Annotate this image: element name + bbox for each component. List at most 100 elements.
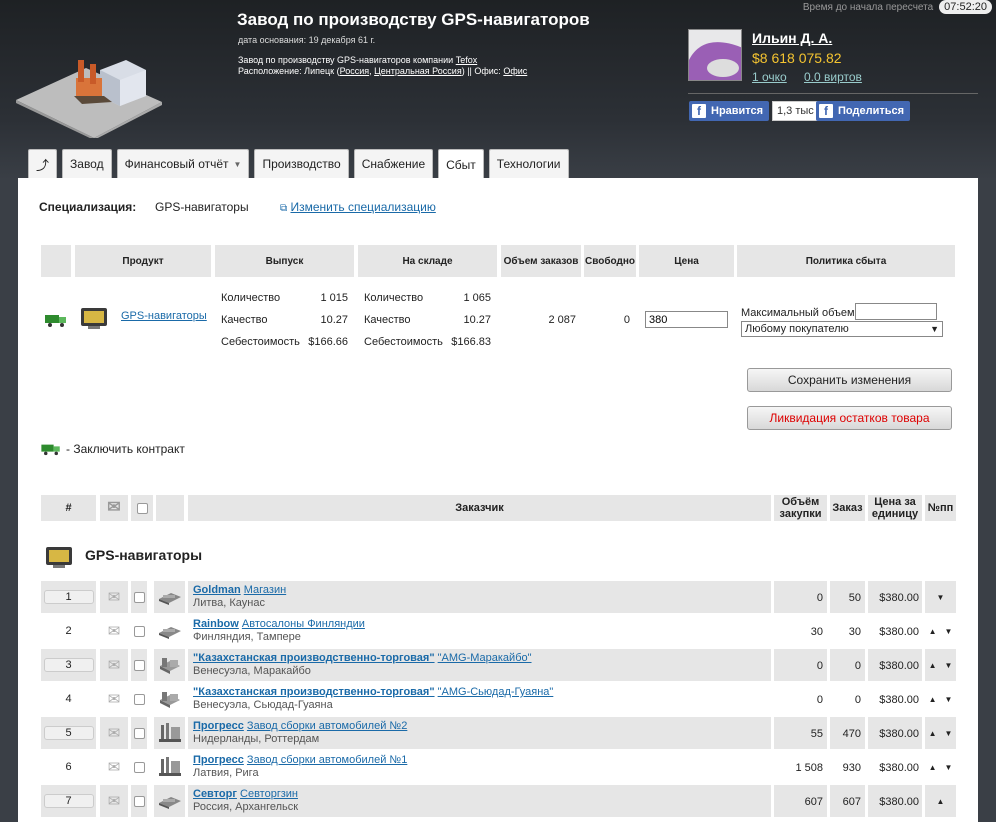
liquidate-button[interactable]: Ликвидация остатков товара xyxy=(747,406,952,430)
orders-volume: 2 087 xyxy=(548,314,576,326)
move-up-icon[interactable]: ▲ xyxy=(929,627,937,636)
envelope-icon[interactable]: ✉ xyxy=(108,588,121,606)
country-link[interactable]: Россия xyxy=(340,66,370,76)
row-checkbox[interactable] xyxy=(133,625,145,637)
move-down-icon[interactable]: ▼ xyxy=(945,661,953,670)
tab-production[interactable]: Производство xyxy=(254,149,349,178)
change-specialization[interactable]: ⧉ Изменить специализацию xyxy=(280,200,436,214)
tab-supply[interactable]: Снабжение xyxy=(353,149,434,178)
customer-unit-link[interactable]: Завод сборки автомобилей №1 xyxy=(247,754,407,766)
col-customer: Заказчик xyxy=(188,495,771,521)
customer-cell: Goldman Магазин Литва, Каунас xyxy=(188,581,771,613)
unit-price: $380.00 xyxy=(868,717,922,749)
unit-price: $380.00 xyxy=(879,626,919,638)
move-up-icon[interactable]: ▲ xyxy=(929,729,937,738)
sales-header-price: Цена xyxy=(639,245,734,277)
checkbox-cell xyxy=(131,683,147,715)
envelope-icon[interactable]: ✉ xyxy=(108,656,121,674)
row-number[interactable]: 6 xyxy=(44,761,94,773)
move-up-icon[interactable]: ▲ xyxy=(929,661,937,670)
free-amount: 0 xyxy=(623,314,630,326)
customer-unit-link[interactable]: Севторгзин xyxy=(240,788,298,800)
move-down-icon[interactable]: ▼ xyxy=(937,593,945,602)
tab-financial-report[interactable]: Финансовый отчёт ▼ xyxy=(116,149,250,178)
move-down-icon[interactable]: ▼ xyxy=(945,695,953,704)
customer-unit-link[interactable]: "AMG-Сьюдад-Гуаяна" xyxy=(438,686,554,698)
change-specialization-link[interactable]: Изменить специализацию xyxy=(290,200,435,214)
company-link[interactable]: Tefox xyxy=(456,55,478,65)
contract-legend: - Заключить контракт xyxy=(40,442,185,456)
move-down-icon[interactable]: ▼ xyxy=(945,729,953,738)
plant-icon xyxy=(154,717,185,749)
customer-unit-link[interactable]: Завод сборки автомобилей №2 xyxy=(247,720,407,732)
tab-sales[interactable]: Сбыт xyxy=(438,149,484,179)
envelope-icon[interactable]: ✉ xyxy=(108,690,121,708)
row-number[interactable]: 3 xyxy=(43,658,94,672)
user-name[interactable]: Ильин Д. А. xyxy=(752,30,832,46)
save-button[interactable]: Сохранить изменения xyxy=(747,368,952,392)
customer-company-link[interactable]: "Казахстанская производственно-торговая" xyxy=(193,686,435,698)
row-checkbox[interactable] xyxy=(133,727,145,739)
customer-company-link[interactable]: Севторг xyxy=(193,788,237,800)
avatar[interactable] xyxy=(688,29,742,81)
customer-company-link[interactable]: "Казахстанская производственно-торговая" xyxy=(193,652,435,664)
row-checkbox[interactable] xyxy=(133,693,145,705)
customer-unit-link[interactable]: Автосалоны Финляндии xyxy=(242,618,365,630)
move-up-icon[interactable]: ▲ xyxy=(929,695,937,704)
factory-icon xyxy=(154,649,185,681)
row-number[interactable]: 4 xyxy=(44,693,94,705)
envelope-icon[interactable]: ✉ xyxy=(108,758,121,776)
desc-prefix: Завод по производству GPS-навигаторов ко… xyxy=(238,55,454,65)
order-amount: 930 xyxy=(842,762,861,774)
table-row: 6 ✉ Прогресс Завод сборки автомобилей №1… xyxy=(41,751,956,783)
user-points[interactable]: 1 очко xyxy=(752,70,787,84)
customer-company-link[interactable]: Прогресс xyxy=(193,720,244,732)
main-panel: Специализация: GPS-навигаторы ⧉ Изменить… xyxy=(18,178,978,822)
envelope-icon[interactable]: ✉ xyxy=(108,622,121,640)
product-link[interactable]: GPS-навигаторы xyxy=(121,310,207,322)
customer-company-link[interactable]: Rainbow xyxy=(193,618,239,630)
like-count: 1,3 тыс xyxy=(772,101,819,121)
tab-back[interactable]: ⤴ xyxy=(28,149,58,178)
customer-unit-link[interactable]: "AMG-Маракайбо" xyxy=(438,652,532,664)
tab-technologies[interactable]: Технологии xyxy=(488,149,569,178)
envelope-icon[interactable]: ✉ xyxy=(108,792,121,810)
stock-qty-label: Количество xyxy=(364,292,424,304)
envelope-icon[interactable]: ✉ xyxy=(108,724,121,742)
envelope-icon[interactable]: ✉ xyxy=(107,500,120,516)
row-checkbox[interactable] xyxy=(133,591,145,603)
row-checkbox[interactable] xyxy=(133,795,145,807)
facebook-share-button[interactable]: f Поделиться xyxy=(816,101,911,121)
select-all-checkbox[interactable] xyxy=(136,502,148,514)
office-link[interactable]: Офис xyxy=(503,66,527,76)
customer-cell: "Казахстанская производственно-торговая"… xyxy=(188,649,771,681)
row-number[interactable]: 2 xyxy=(44,625,94,637)
row-checkbox[interactable] xyxy=(133,659,145,671)
order-amount: 470 xyxy=(830,717,865,749)
facebook-like-button[interactable]: f Нравится xyxy=(689,101,770,121)
truck-icon[interactable] xyxy=(44,312,68,328)
reorder-arrows: ▲ ▼ xyxy=(925,649,956,681)
row-checkbox[interactable] xyxy=(133,761,145,773)
purchase-volume: 55 xyxy=(774,717,827,749)
unit-price: $380.00 xyxy=(868,649,922,681)
move-down-icon[interactable]: ▼ xyxy=(945,763,953,772)
row-number-cell: 7 xyxy=(41,785,96,817)
gps-navigator-icon xyxy=(46,547,72,568)
sales-policy-select[interactable]: Любому покупателю ▼ xyxy=(741,321,943,337)
row-number[interactable]: 7 xyxy=(43,794,94,808)
price-input[interactable] xyxy=(645,311,728,328)
move-up-icon[interactable]: ▲ xyxy=(937,797,945,806)
move-down-icon[interactable]: ▼ xyxy=(945,627,953,636)
customer-company-link[interactable]: Goldman xyxy=(193,584,241,596)
customer-unit-link[interactable]: Магазин xyxy=(244,584,286,596)
region-link[interactable]: Центральная Россия xyxy=(374,66,462,76)
row-number[interactable]: 1 xyxy=(43,590,94,604)
tab-factory[interactable]: Завод xyxy=(62,149,112,178)
user-virts[interactable]: 0.0 виртов xyxy=(804,70,862,84)
customer-company-link[interactable]: Прогресс xyxy=(193,754,244,766)
move-up-icon[interactable]: ▲ xyxy=(929,763,937,772)
max-volume-input[interactable] xyxy=(855,303,937,320)
row-number[interactable]: 5 xyxy=(43,726,94,740)
col-price: Цена за единицу xyxy=(868,495,922,521)
